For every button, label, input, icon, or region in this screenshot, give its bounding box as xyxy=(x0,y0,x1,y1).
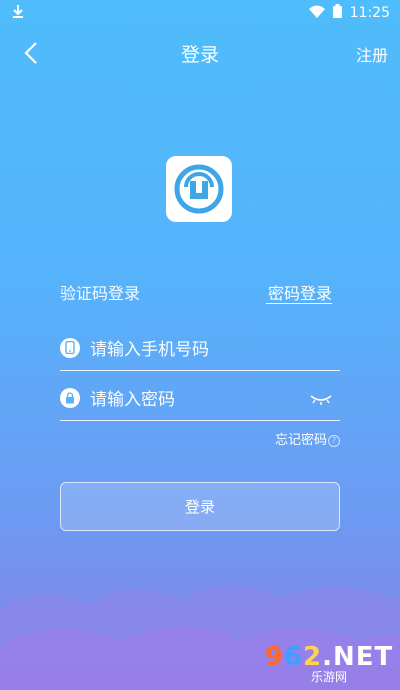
page-title: 登录 xyxy=(180,43,219,66)
status-right: 11:25 xyxy=(308,4,390,22)
password-field[interactable]: 请输入密码 xyxy=(60,375,340,421)
phone-input[interactable]: 请输入手机号码 xyxy=(90,335,340,360)
app-logo xyxy=(166,156,232,222)
back-button[interactable] xyxy=(16,38,46,68)
question-icon: ? xyxy=(328,434,340,447)
watermark-bottom: 乐游网 xyxy=(310,669,347,684)
tab-password-login[interactable]: 密码登录 xyxy=(268,280,332,304)
forgot-password-label: 忘记密码 xyxy=(274,433,327,448)
register-link[interactable]: 注册 xyxy=(356,42,388,66)
login-button[interactable]: 登录 xyxy=(60,482,340,531)
active-tab-indicator xyxy=(266,303,332,304)
phone-field[interactable]: 请输入手机号码 xyxy=(60,325,340,371)
watermark-logo: 962.NET 乐游网 xyxy=(264,640,394,686)
wifi-icon xyxy=(308,5,325,22)
tab-sms-login[interactable]: 验证码登录 xyxy=(60,280,140,304)
forgot-password-link[interactable]: 忘记密码? xyxy=(275,429,340,448)
back-arrow-icon xyxy=(24,42,37,64)
status-time: 11:25 xyxy=(349,5,390,21)
battery-icon xyxy=(332,4,342,22)
phone-icon xyxy=(60,337,80,358)
status-bar: 11:25 xyxy=(0,0,400,26)
login-tabs: 验证码登录 密码登录 xyxy=(60,276,340,308)
lock-icon xyxy=(60,387,80,408)
app-logo-icon xyxy=(174,164,224,214)
nav-bar: 登录 注册 xyxy=(0,30,400,76)
download-icon xyxy=(12,4,24,22)
password-input[interactable]: 请输入密码 xyxy=(90,385,308,410)
eye-closed-icon[interactable] xyxy=(308,388,334,408)
